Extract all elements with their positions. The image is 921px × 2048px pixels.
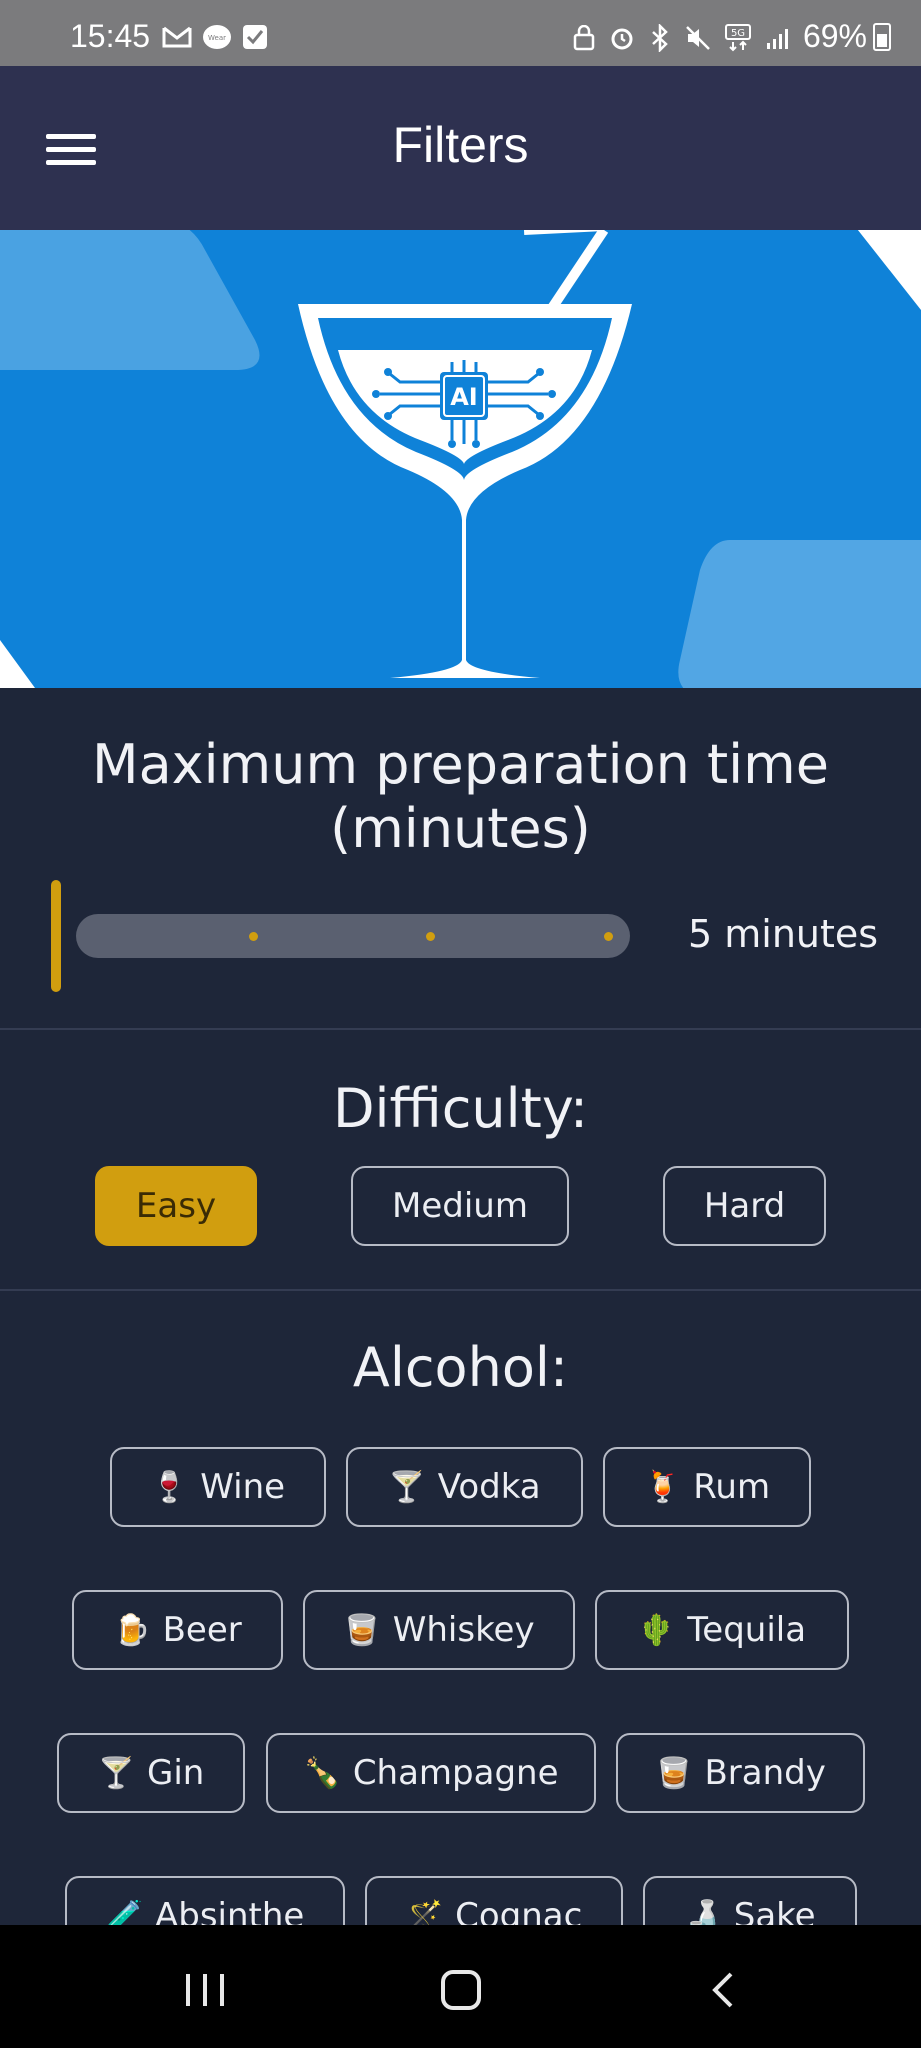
alcohol-champagne-chip[interactable]: 🍾 Champagne — [266, 1733, 596, 1813]
difficulty-medium-button[interactable]: Medium — [351, 1166, 569, 1246]
chip-label: Gin — [147, 1753, 205, 1793]
alarm-icon — [611, 28, 633, 50]
notification-icons: Wear — [162, 24, 268, 50]
tumbler-glass-icon: 🥃 — [655, 1755, 693, 1791]
gmail-icon — [162, 26, 192, 48]
chip-label: Beer — [162, 1610, 242, 1650]
cactus-icon: 🌵 — [637, 1612, 676, 1648]
ai-badge-text: AI — [450, 383, 478, 411]
alcohol-beer-chip[interactable]: 🍺 Beer — [72, 1590, 283, 1670]
status-time: 15:45 — [70, 18, 151, 54]
mute-icon — [686, 26, 710, 50]
difficulty-title: Difficulty: — [332, 1077, 589, 1140]
hero-banner: AI — [0, 230, 921, 688]
5g-icon: 5G — [725, 24, 751, 52]
battery-indicator: 69% — [803, 18, 891, 55]
svg-text:Wear: Wear — [208, 34, 226, 42]
system-icons: 5G — [573, 24, 791, 52]
wear-icon: Wear — [203, 25, 231, 49]
lock-icon — [573, 25, 595, 51]
prep-time-value: 5 minutes — [688, 912, 879, 956]
tumbler-glass-icon: 🥃 — [343, 1612, 381, 1648]
alcohol-brandy-chip[interactable]: 🥃 Brandy — [616, 1733, 865, 1813]
signal-icon — [767, 29, 788, 49]
champagne-bottle-icon: 🍾 — [303, 1755, 341, 1791]
chip-label: Rum — [693, 1467, 771, 1507]
beer-mug-icon: 🍺 — [113, 1612, 151, 1648]
chip-label: Tequila — [687, 1610, 807, 1650]
wine-glass-icon: 🍷 — [150, 1469, 189, 1505]
battery-percent: 69% — [802, 18, 867, 54]
prep-time-title-line2: (minutes) — [330, 797, 591, 860]
prep-time-title-line1: Maximum preparation time — [91, 733, 829, 796]
alcohol-wine-chip[interactable]: 🍷 Wine — [110, 1447, 326, 1527]
recents-icon[interactable] — [186, 1974, 224, 2006]
divider — [0, 1028, 921, 1030]
chip-label: Whiskey — [392, 1610, 535, 1650]
checkbox-icon — [243, 25, 267, 49]
slider-tick — [249, 932, 258, 941]
prep-time-slider-track[interactable] — [76, 914, 630, 958]
alcohol-whiskey-chip[interactable]: 🥃 Whiskey — [303, 1590, 575, 1670]
battery-icon — [873, 22, 891, 51]
alcohol-gin-chip[interactable]: 🍸 Gin — [57, 1733, 245, 1813]
cocktail-glass-icon: 🍸 — [97, 1755, 135, 1791]
chip-label: Wine — [200, 1467, 286, 1507]
divider — [0, 1289, 921, 1291]
cocktail-ai-illustration: AI — [0, 230, 921, 688]
chip-label: Brandy — [704, 1753, 826, 1793]
app-bar: Filters — [0, 66, 921, 230]
prep-time-slider-handle[interactable] — [51, 880, 61, 992]
bluetooth-icon — [652, 24, 668, 52]
home-icon[interactable] — [441, 1970, 481, 2010]
page-title: Filters — [392, 117, 529, 173]
tropical-drink-icon: 🍹 — [643, 1469, 682, 1505]
back-icon[interactable] — [703, 1970, 743, 2010]
alcohol-tequila-chip[interactable]: 🌵 Tequila — [595, 1590, 849, 1670]
slider-tick — [604, 932, 613, 941]
alcohol-rum-chip[interactable]: 🍹 Rum — [603, 1447, 811, 1527]
difficulty-easy-button[interactable]: Easy — [95, 1166, 257, 1246]
svg-text:5G: 5G — [731, 28, 745, 39]
chip-label: Champagne — [352, 1753, 559, 1793]
difficulty-hard-button[interactable]: Hard — [663, 1166, 826, 1246]
cocktail-glass-icon: 🍸 — [388, 1469, 426, 1505]
chip-label: Vodka — [437, 1467, 541, 1507]
alcohol-title: Alcohol: — [352, 1336, 569, 1399]
status-bar: 15:45 Wear 5G 69% — [0, 0, 921, 66]
slider-tick — [426, 932, 435, 941]
system-nav-bar — [0, 1925, 921, 2048]
alcohol-vodka-chip[interactable]: 🍸 Vodka — [346, 1447, 583, 1527]
